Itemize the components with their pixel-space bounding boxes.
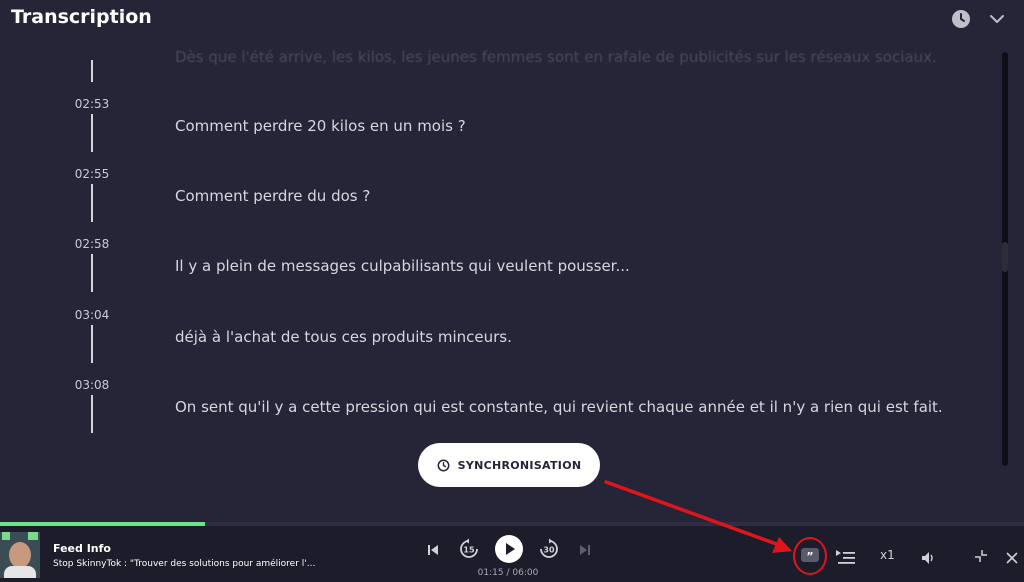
transcript-list: Dès que l'été arrive, les kilos, les jeu… (0, 40, 1000, 460)
entry-text: Comment perdre du dos ? (175, 187, 371, 205)
chevron-down-icon[interactable] (986, 8, 1008, 30)
transcript-entry[interactable]: 02:53 Comment perdre 20 kilos en un mois… (0, 97, 1000, 167)
timeline-connector (91, 254, 93, 292)
annotation-highlight-circle (793, 537, 827, 575)
progress-fill (0, 522, 205, 526)
audio-player-bar: Feed Info Stop SkinnyTok : "Trouver des … (0, 522, 1024, 582)
progress-bar[interactable] (0, 522, 1024, 526)
entry-text: Comment perdre 20 kilos en un mois ? (175, 117, 466, 135)
timeline-connector (91, 325, 93, 363)
playlist-icon[interactable] (836, 549, 856, 568)
timeline-connector (91, 184, 93, 222)
entry-text: Il y a plein de messages culpabilisants … (175, 257, 630, 275)
play-icon[interactable] (494, 534, 524, 568)
transcript-entry[interactable]: 02:55 Comment perdre du dos ? (0, 167, 1000, 237)
synchronisation-button[interactable]: SYNCHRONISATION (418, 443, 600, 487)
transcript-scrollbar[interactable] (1002, 52, 1008, 466)
transcript-entry[interactable]: 02:58 Il y a plein de messages culpabili… (0, 237, 1000, 307)
timeline-connector (91, 60, 93, 82)
minimize-icon[interactable] (974, 548, 988, 567)
entry-text: On sent qu'il y a cette pression qui est… (175, 398, 943, 416)
entry-timestamp[interactable]: 02:55 (62, 167, 122, 181)
timeline-connector (91, 395, 93, 433)
entry-timestamp[interactable]: 02:53 (62, 97, 122, 111)
skip-previous-icon[interactable] (426, 542, 440, 561)
skip-next-icon[interactable] (578, 542, 592, 561)
speed-selector[interactable]: x1 (880, 548, 895, 562)
svg-text:30: 30 (543, 546, 555, 555)
entry-text: déjà à l'achat de tous ces produits minc… (175, 328, 512, 346)
transcription-header: Transcription (0, 0, 1024, 40)
synchronisation-label: SYNCHRONISATION (457, 458, 582, 472)
entry-timestamp[interactable]: 03:04 (62, 308, 122, 322)
svg-text:15: 15 (463, 546, 475, 555)
episode-thumbnail[interactable] (0, 532, 40, 578)
volume-icon[interactable] (922, 549, 936, 568)
track-subtitle[interactable]: Stop SkinnyTok : "Trouver des solutions … (53, 559, 315, 569)
timeline-connector (91, 114, 93, 152)
track-title[interactable]: Feed Info (53, 542, 111, 555)
faded-transcript-line: Dès que l'été arrive, les kilos, les jeu… (175, 48, 937, 66)
transcript-entry[interactable]: 03:04 déjà à l'achat de tous ces produit… (0, 308, 1000, 378)
transcript-entry[interactable]: 03:08 On sent qu'il y a cette pression q… (0, 378, 1000, 448)
clock-icon[interactable] (950, 8, 972, 30)
forward-30-icon[interactable]: 30 (538, 538, 560, 564)
entry-timestamp[interactable]: 02:58 (62, 237, 122, 251)
page-title: Transcription (11, 6, 152, 28)
scrollbar-thumb[interactable] (1002, 242, 1008, 272)
close-icon[interactable] (1006, 549, 1018, 568)
clock-icon (437, 459, 450, 471)
entry-timestamp[interactable]: 03:08 (62, 378, 122, 392)
rewind-15-icon[interactable]: 15 (458, 538, 480, 564)
time-readout: 01:15 / 06:00 (477, 568, 539, 578)
